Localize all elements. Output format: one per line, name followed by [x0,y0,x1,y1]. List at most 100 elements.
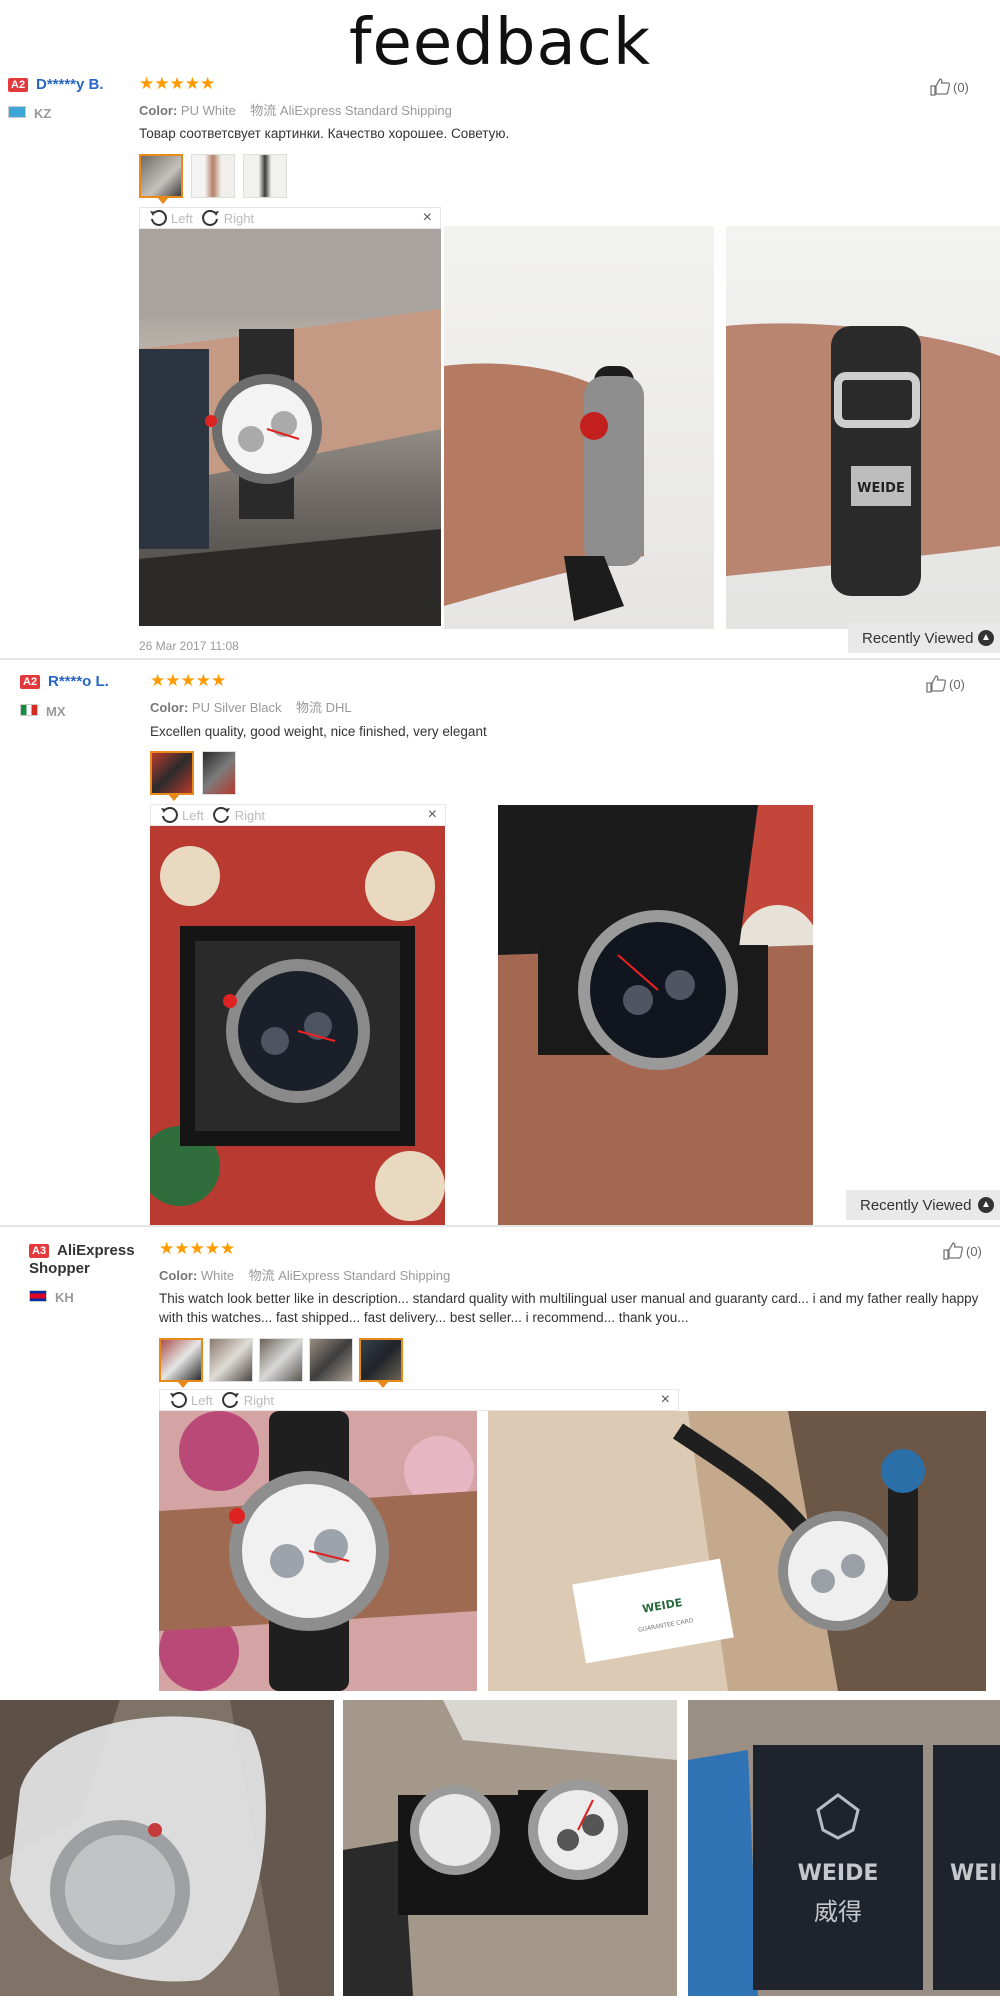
helpful-count: (0) [966,1243,982,1259]
photo-thumbnail[interactable] [139,154,183,204]
close-viewer-button[interactable]: × [661,1391,670,1409]
reviewer-country: KZ [34,106,52,121]
photo-thumbnails [150,751,236,801]
review-2: A2 R****o L. MX ★★★★★ Color: PU Silver B… [0,660,1000,1230]
helpful-button[interactable]: (0) [943,1242,982,1260]
watches-in-boxes-image [343,1700,677,1996]
rotate-left-icon [170,1392,187,1408]
rating-stars: ★★★★★ [139,74,216,93]
review-photo[interactable]: WEIDE 威得 WEIDE [688,1700,1000,1996]
review-photo[interactable] [343,1700,677,1996]
review-3: A3 AliExpress Shopper KH ★★★★★ Color: Wh… [0,1228,1000,1698]
recently-viewed-bar[interactable]: Recently Viewed ▲ [848,623,1000,653]
recently-viewed-label: Recently Viewed [862,629,974,647]
color-value: PU Silver Black [191,700,282,715]
box-brand-text-2: WEIDE [950,1861,1000,1886]
rotate-left-label: Left [191,1392,213,1408]
rotate-right-label: Right [243,1392,275,1408]
brand-boxes-image: WEIDE 威得 WEIDE [688,1700,1000,1996]
review-photo[interactable] [159,1411,477,1691]
helpful-button[interactable]: (0) [930,78,969,96]
photo-thumbnail[interactable] [243,154,287,198]
reviewer-name[interactable]: D*****y B. [36,76,104,94]
helpful-count: (0) [949,676,965,692]
shipping-label: 物流 [250,103,277,118]
photo-thumbnails [139,154,287,204]
reviewer-name[interactable]: R****o L. [48,673,109,691]
close-viewer-button[interactable]: × [428,806,437,824]
reviewer-country: KH [55,1290,74,1305]
rotate-right-icon [212,807,230,823]
rotate-right-label: Right [223,210,255,226]
photo-thumbnail[interactable] [209,1338,253,1382]
thumbs-up-icon [926,675,946,693]
photo-thumbnail[interactable] [309,1338,353,1382]
watch-in-plastic-image [0,1700,334,1996]
image-viewer-toolbar: Left Right × [159,1389,679,1411]
photo-thumbnail[interactable] [159,1338,203,1388]
rotate-left-button[interactable]: Left [168,1390,213,1410]
shipping-value: AliExpress Standard Shipping [278,1268,451,1283]
box-brand-cn-text: 威得 [814,1898,862,1926]
review-photo[interactable] [498,805,813,1225]
order-info: Color: PU Silver Black 物流 DHL [150,697,352,716]
recently-viewed-label: Recently Viewed [860,1196,972,1214]
rotate-left-label: Left [171,210,193,226]
flag-kh-icon [29,1290,47,1302]
image-viewer-toolbar: Left Right × [139,207,441,229]
buyer-level-badge: A2 [8,78,29,92]
photo-thumbnail[interactable] [259,1338,303,1382]
rotate-left-button[interactable]: Left [159,805,204,825]
color-label: Color: [139,103,178,118]
rating-stars: ★★★★★ [159,1239,236,1258]
watch-strap-image: WEIDE [726,323,1000,596]
photo-thumbnail[interactable] [202,751,236,795]
chevron-up-icon: ▲ [978,1197,994,1213]
image-viewer-toolbar: Left Right × [150,804,446,826]
color-label: Color: [150,700,189,715]
review-photo[interactable] [150,826,445,1226]
photo-thumbnail[interactable] [359,1338,403,1388]
review-photo[interactable] [0,1700,334,1996]
photo-thumbnails [159,1338,403,1388]
order-info: Color: PU White 物流 AliExpress Standard S… [139,100,452,119]
shipping-value: AliExpress Standard Shipping [279,103,452,118]
shipping-label: 物流 [295,700,322,715]
reviewer-country: MX [46,704,66,719]
review-photo[interactable] [139,229,441,626]
rotate-right-button[interactable]: Right [201,208,254,228]
thumbs-up-icon [943,1242,963,1260]
chevron-up-icon: ▲ [978,630,994,646]
flag-mx-icon [20,704,38,716]
rotate-left-label: Left [182,807,204,823]
rotate-right-icon [221,1392,239,1408]
rotate-right-button[interactable]: Right [212,805,265,825]
review-comment: Товар соответсвует картинки. Качество хо… [139,126,510,141]
rotate-left-button[interactable]: Left [148,208,193,228]
photo-thumbnail[interactable] [150,751,194,801]
rating-stars: ★★★★★ [150,671,227,690]
recently-viewed-bar[interactable]: Recently Viewed ▲ [846,1190,1000,1220]
divider [0,1225,1000,1227]
close-viewer-button[interactable]: × [423,209,432,227]
shipping-value: DHL [325,700,352,715]
watch-on-wrist-image [159,1411,477,1691]
brand-text: WEIDE [857,481,905,496]
rotate-right-button[interactable]: Right [221,1390,274,1410]
photo-thumbnail[interactable] [191,154,235,198]
review-photo[interactable] [444,226,714,629]
watch-on-wrist-image [139,229,441,626]
watch-side-image [444,363,644,621]
review-comment: Excellen quality, good weight, nice fini… [150,724,487,739]
rotate-right-icon [201,210,219,226]
shipping-label: 物流 [248,1268,275,1283]
color-label: Color: [159,1268,198,1283]
thumbs-up-icon [930,78,950,96]
reviewer-name[interactable]: AliExpress Shopper [29,1242,139,1278]
helpful-button[interactable]: (0) [926,675,965,693]
review-comment: This watch look better like in descripti… [159,1291,979,1325]
color-value: White [200,1268,235,1283]
review-photo[interactable]: WEIDE GUARANTEE CARD [488,1411,986,1691]
review-photo[interactable]: WEIDE [726,226,1000,629]
review-1: A2 D*****y B. KZ ★★★★★ Color: PU White 物… [0,0,1000,660]
